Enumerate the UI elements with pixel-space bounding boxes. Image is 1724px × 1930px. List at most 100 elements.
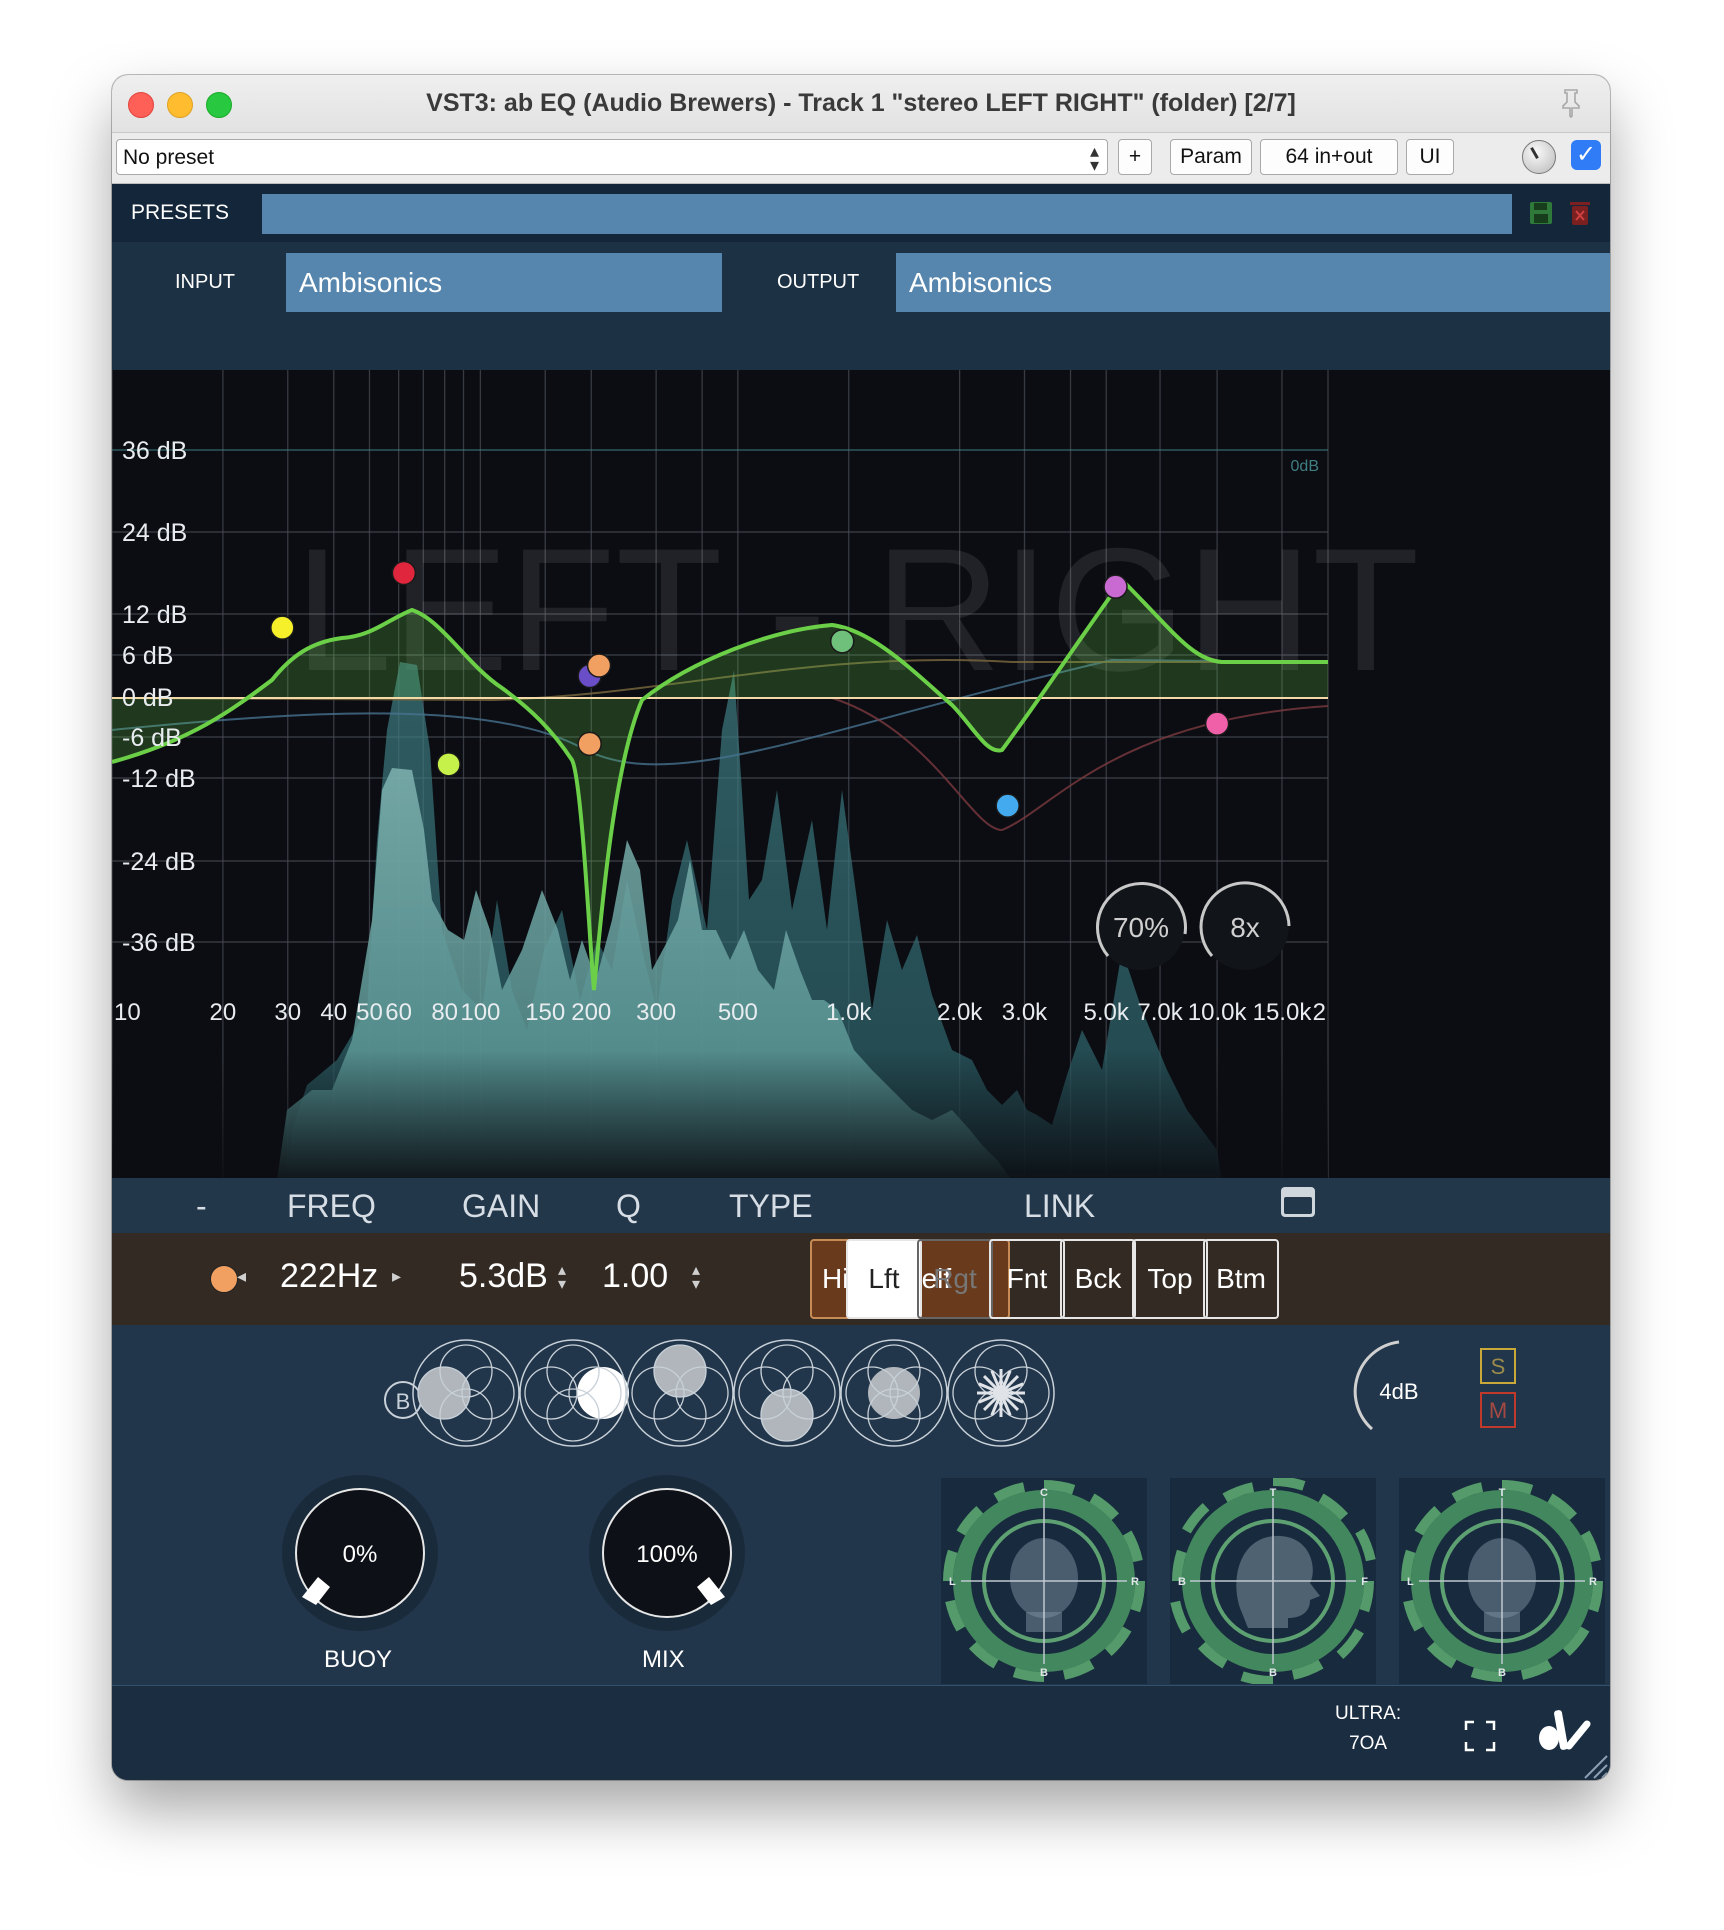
pattern-left-icon[interactable] (410, 1337, 522, 1449)
fullscreen-icon[interactable] (1464, 1720, 1496, 1752)
viz-direction-label: T (1499, 1487, 1506, 1499)
gain-spinner-icon[interactable]: ▴ ▾ (558, 1263, 566, 1293)
band-node-pink[interactable] (1204, 711, 1230, 736)
solo-button[interactable]: S (1480, 1348, 1516, 1384)
title-bar[interactable]: VST3: ab EQ (Audio Brewers) - Track 1 "s… (112, 75, 1610, 133)
host-toolbar: No preset ▴ ▾ + Param 64 in+out UI ✓ (112, 133, 1610, 184)
ui-button[interactable]: UI (1406, 139, 1454, 175)
mute-button[interactable]: M (1480, 1392, 1516, 1428)
viz-direction-label: B (1178, 1576, 1186, 1588)
frequency-axis-label: 7.0k (1137, 999, 1183, 1026)
frequency-axis-label: 150 (525, 999, 565, 1026)
plugin-window: VST3: ab EQ (Audio Brewers) - Track 1 "s… (112, 75, 1610, 1780)
mix-knob[interactable]: 100% (587, 1473, 747, 1633)
frequency-axis-label: 3.0k (1002, 999, 1048, 1026)
freq-value[interactable]: 222Hz (280, 1257, 378, 1296)
viz-direction-label: R (1131, 1576, 1139, 1588)
footer: ULTRA: 7OA (112, 1685, 1610, 1780)
viz-direction-label: C (1040, 1487, 1048, 1499)
range-knob[interactable]: 70% (1096, 881, 1187, 970)
select-arrows-icon: ▴ ▾ (1089, 141, 1099, 175)
pattern-star-icon[interactable] (945, 1337, 1057, 1449)
band-node-orange[interactable] (586, 653, 612, 678)
frequency-axis-label: 30 (274, 999, 301, 1026)
presets-label: PRESETS (131, 201, 230, 224)
band-node-violet[interactable] (1103, 574, 1128, 599)
link-rgt-button[interactable]: Rgt (917, 1239, 993, 1319)
link-bck-button[interactable]: Bck (1060, 1239, 1136, 1319)
zoom-knob[interactable]: 8x (1199, 881, 1291, 970)
band-node-green[interactable] (829, 629, 855, 654)
pattern-front-icon[interactable] (624, 1337, 736, 1449)
pin-icon[interactable] (1554, 85, 1588, 119)
gain-axis-label: 6 dB (122, 642, 173, 670)
band-editor-row: ◂ 222Hz ▸ 5.3dB ▴▾ 1.00 ▴▾ High Shelf Lf… (112, 1233, 1610, 1325)
freq-decrease-arrow[interactable]: ◂ (237, 1266, 246, 1287)
band-node-blue[interactable] (995, 793, 1020, 818)
eq-graph[interactable]: LEFT - RIGHT 0dB 36 dB 24 dB 12 dB 6 dB 0 dB… (112, 370, 1610, 1178)
save-icon[interactable] (1529, 201, 1553, 225)
band-color-dot[interactable] (210, 1265, 238, 1293)
viz-direction-label: B (1269, 1667, 1277, 1679)
frequency-axis-label: 10 (114, 999, 141, 1026)
link-fnt-button[interactable]: Fnt (989, 1239, 1065, 1319)
link-btm-button[interactable]: Btm (1203, 1239, 1279, 1319)
band-col-gain: GAIN (462, 1188, 541, 1224)
q-value[interactable]: 1.00 (602, 1257, 668, 1296)
q-spinner-icon[interactable]: ▴ ▾ (692, 1263, 700, 1293)
input-format-select[interactable]: Ambisonics (286, 253, 722, 312)
enable-checkbox[interactable]: ✓ (1571, 140, 1601, 170)
frequency-axis-label: 2.0k (937, 999, 983, 1026)
buoy-label: BUOY (324, 1646, 393, 1673)
output-gain-value: 4dB (1379, 1379, 1418, 1404)
viz-direction-label: R (1589, 1576, 1597, 1588)
output-format-select[interactable]: Ambisonics (896, 253, 1610, 312)
range-knob-value: 70% (1113, 912, 1169, 943)
gain-axis-label: -36 dB (122, 929, 196, 957)
wet-knob[interactable] (1522, 140, 1556, 174)
top-view-visualizer: T B L R (1399, 1478, 1605, 1684)
param-button[interactable]: Param (1170, 139, 1252, 175)
delete-icon[interactable] (1569, 200, 1591, 226)
collapse-panel-icon[interactable] (1280, 1186, 1316, 1218)
link-top-button[interactable]: Top (1132, 1239, 1208, 1319)
pattern-right-icon[interactable] (517, 1337, 629, 1449)
eq-graph-canvas[interactable]: LEFT - RIGHT 0dB 36 dB24 dB12 dB6 dB0 dB… (112, 370, 1610, 1178)
preset-select[interactable]: No preset ▴ ▾ (116, 139, 1108, 175)
input-label: INPUT (175, 271, 235, 293)
front-view-visualizer: C B L R (941, 1478, 1147, 1684)
link-lft-button[interactable]: Lft (846, 1239, 922, 1319)
band-node-lime[interactable] (436, 752, 461, 777)
viz-direction-label: L (949, 1576, 956, 1588)
pattern-back-icon[interactable] (731, 1337, 843, 1449)
output-gain-knob[interactable]: 4dB (1344, 1337, 1454, 1447)
frequency-axis-label: 80 (431, 999, 458, 1026)
band-node-orange-q[interactable] (577, 731, 602, 757)
band-editor-header: - FREQ GAIN Q TYPE LINK (112, 1178, 1610, 1233)
band-col-freq: FREQ (287, 1188, 376, 1224)
band-node-yellow[interactable] (270, 615, 295, 640)
resize-grip-icon[interactable] (1580, 1751, 1608, 1779)
frequency-axis-label: 2 (1313, 999, 1326, 1026)
preset-select-value: No preset (123, 146, 215, 169)
frequency-axis-label: 10.0k (1188, 999, 1248, 1026)
frequency-axis-labels: 10 20 30 40 50 60 80 100 150 200 300 500 1.0k 2.0k 3.0… (114, 999, 1326, 1026)
gain-value[interactable]: 5.3dB (459, 1257, 548, 1296)
spatial-panel: B 4dB S M 0% BUOY 100% MIX CBL R T B B F… (112, 1325, 1610, 1686)
frequency-axis-label: 50 (356, 999, 383, 1026)
mix-value: 100% (636, 1541, 697, 1568)
freq-increase-arrow[interactable]: ▸ (392, 1266, 401, 1287)
frequency-axis-label: 5.0k (1084, 999, 1130, 1026)
io-row: INPUT Ambisonics OUTPUT Ambisonics (112, 242, 1610, 370)
band-node-red[interactable] (391, 560, 417, 586)
viz-direction-label: T (1270, 1487, 1277, 1499)
ultra-order-value: 7OA (1349, 1733, 1388, 1754)
buoy-knob[interactable]: 0% (280, 1473, 440, 1633)
add-preset-button[interactable]: + (1118, 139, 1152, 175)
viz-direction-label: B (1040, 1667, 1048, 1679)
ultra-label: ULTRA: (1335, 1703, 1402, 1724)
pattern-omni-icon[interactable] (838, 1337, 950, 1449)
io-routing-button[interactable]: 64 in+out (1260, 139, 1398, 175)
frequency-axis-label: 500 (718, 999, 758, 1026)
presets-field[interactable] (262, 194, 1512, 234)
